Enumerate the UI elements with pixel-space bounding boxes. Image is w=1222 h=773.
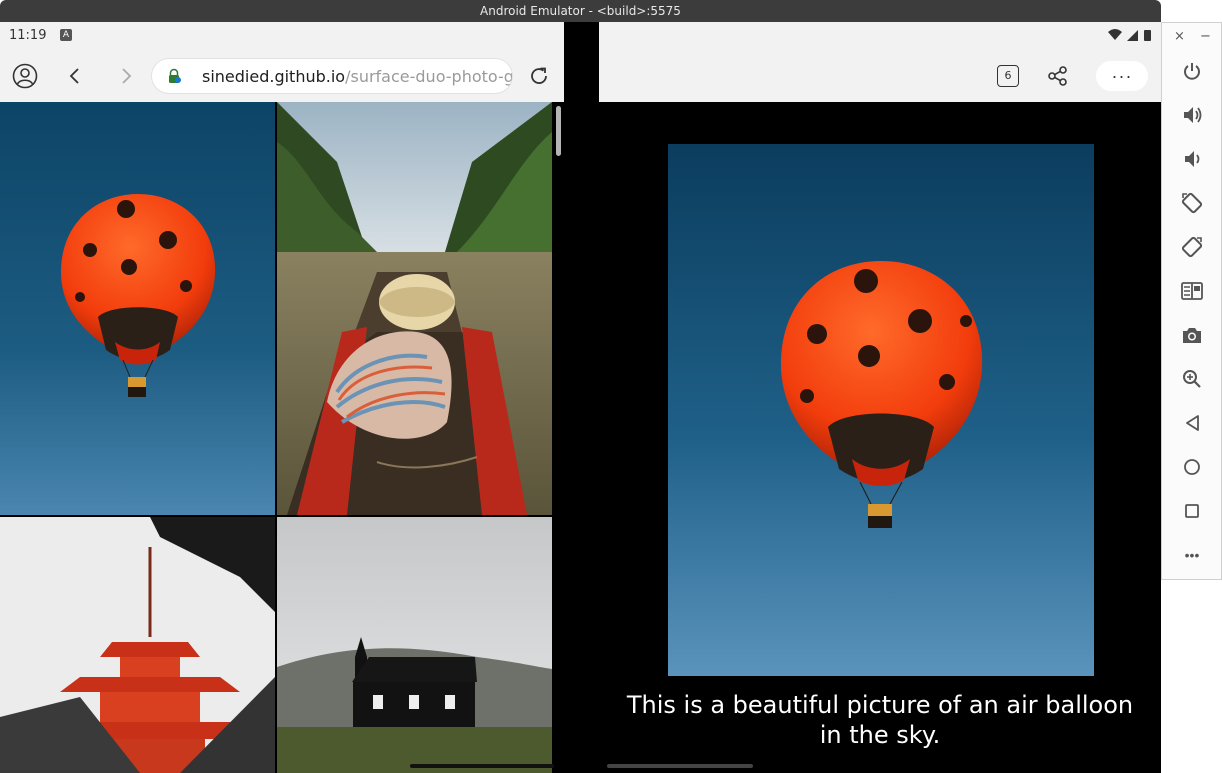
forward-arrow-icon[interactable] <box>112 62 140 90</box>
browser-toolbar: sinedied.github.io/surface-duo-photo-gal… <box>0 50 564 102</box>
tab-count-button[interactable]: 6 <box>997 65 1019 87</box>
home-icon[interactable] <box>1178 453 1206 481</box>
gallery-tile-boat[interactable] <box>277 102 552 515</box>
profile-icon[interactable] <box>11 62 39 90</box>
rotate-left-icon[interactable] <box>1178 189 1206 217</box>
back-icon[interactable] <box>1178 409 1206 437</box>
right-screen: 6 ··· This is a beautiful picture of an … <box>599 22 1161 773</box>
volume-down-icon[interactable] <box>1178 145 1206 173</box>
more-options-button[interactable]: ··· <box>1096 61 1148 91</box>
right-status-bar <box>599 22 1161 50</box>
status-bar: 11:19 A <box>0 22 564 50</box>
status-icons <box>1108 29 1151 41</box>
gallery-tile-pagoda[interactable] <box>0 517 275 773</box>
photo-grid <box>0 102 564 773</box>
left-screen: 11:19 A sinedied.github.io/surface-duo-p… <box>0 22 564 773</box>
close-emulator-button[interactable]: × <box>1174 29 1185 44</box>
gesture-bar-left[interactable] <box>410 764 554 768</box>
scrollbar-thumb[interactable] <box>556 106 561 156</box>
url-path: /surface-duo-photo-galle <box>345 66 513 86</box>
status-time: 11:19 <box>9 28 47 43</box>
photo-caption: This is a beautiful picture of an air ba… <box>626 691 1134 749</box>
more-icon[interactable]: ••• <box>1178 541 1206 569</box>
lock-icon[interactable] <box>166 68 182 84</box>
gesture-bar-right[interactable] <box>607 764 753 768</box>
fold-icon[interactable] <box>1178 277 1206 305</box>
back-arrow-icon[interactable] <box>61 62 89 90</box>
camera-icon[interactable] <box>1178 321 1206 349</box>
url-host: sinedied.github.io <box>202 66 346 86</box>
share-icon[interactable] <box>1044 62 1072 90</box>
zoom-icon[interactable] <box>1178 365 1206 393</box>
overview-icon[interactable] <box>1178 497 1206 525</box>
address-bar[interactable]: sinedied.github.io/surface-duo-photo-gal… <box>151 58 513 94</box>
emulator-side-panel: × − ••• <box>1161 22 1222 580</box>
gallery-tile-balloon[interactable] <box>0 102 275 515</box>
refresh-icon[interactable] <box>525 62 553 90</box>
detail-image-balloon <box>668 144 1094 676</box>
device-hinge <box>564 22 599 773</box>
gallery-tile-church[interactable] <box>277 517 552 773</box>
minimize-emulator-button[interactable]: − <box>1200 29 1211 44</box>
power-icon[interactable] <box>1178 57 1206 85</box>
detail-toolbar: 6 ··· <box>599 50 1161 102</box>
notification-icon: A <box>60 29 72 41</box>
window-title: Android Emulator - <build>:5575 <box>0 0 1161 22</box>
volume-up-icon[interactable] <box>1178 101 1206 129</box>
rotate-right-icon[interactable] <box>1178 233 1206 261</box>
